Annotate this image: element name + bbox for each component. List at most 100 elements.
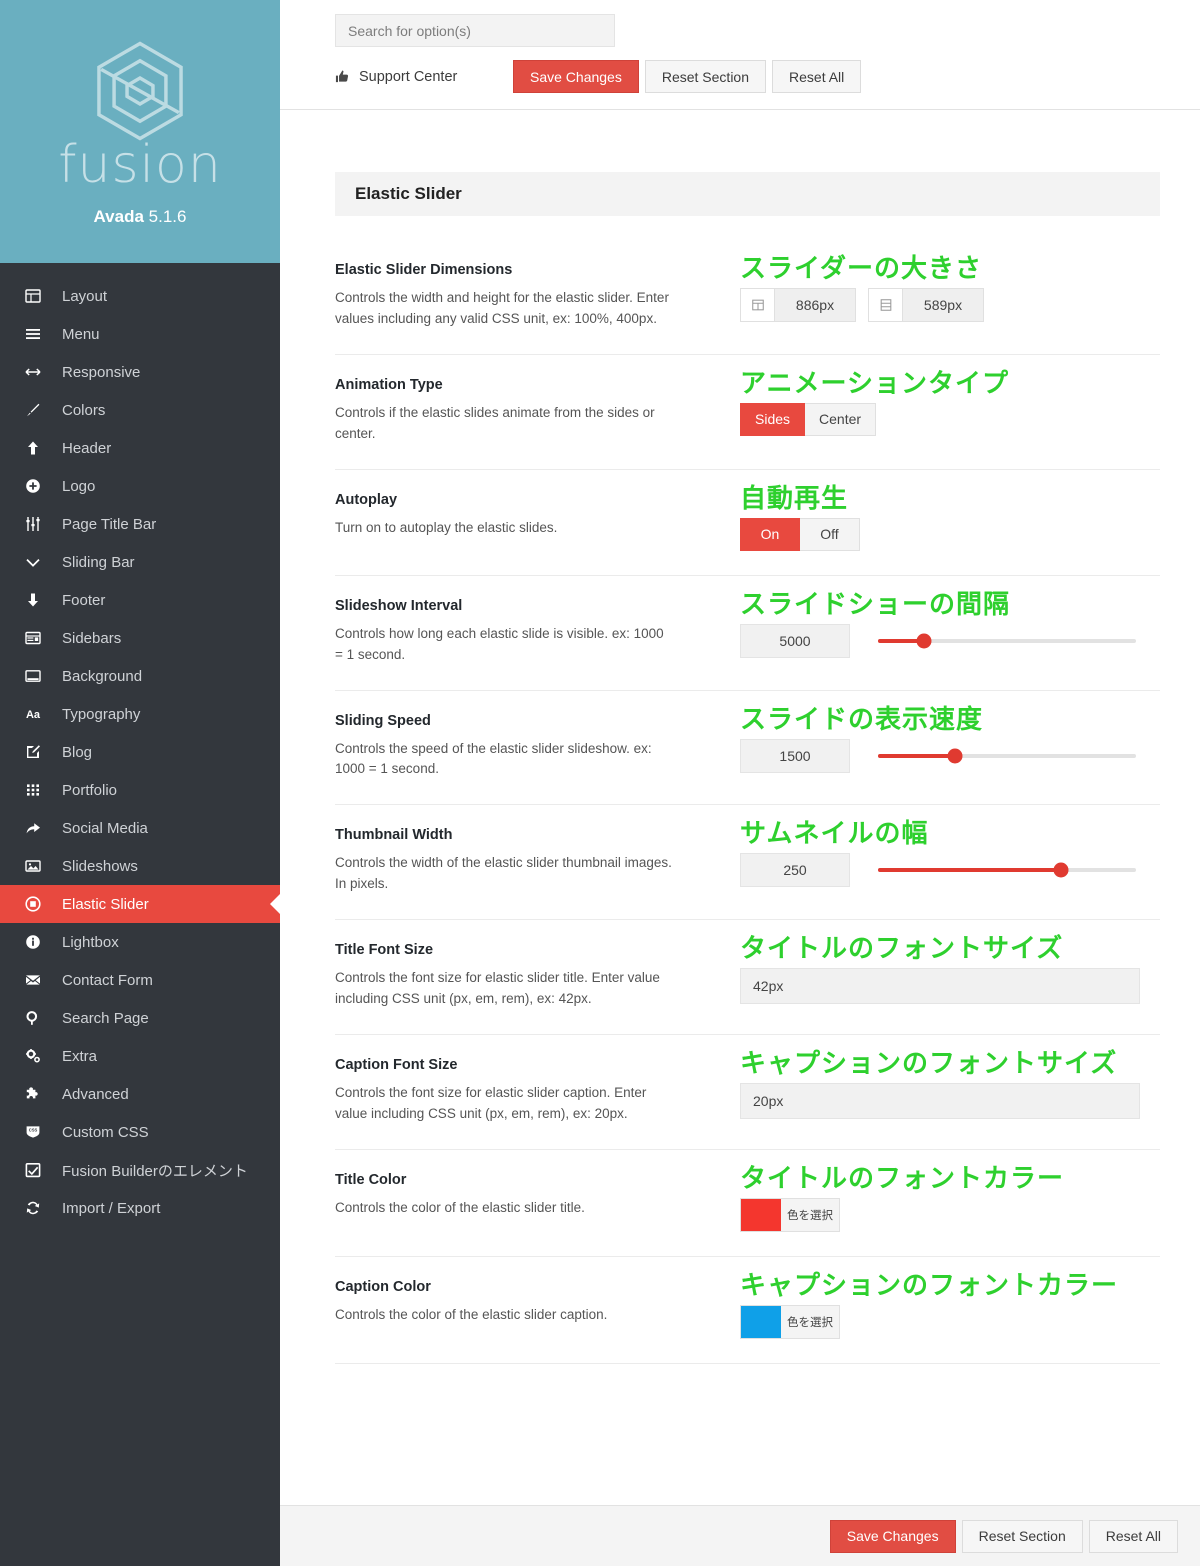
sliding-speed-slider-row: 1500 <box>740 738 1160 773</box>
option-description: Controls how long each elastic slide is … <box>335 625 664 662</box>
support-center-link[interactable]: Support Center <box>335 69 513 85</box>
autoplay-option-off[interactable]: Off <box>800 517 860 551</box>
fusion-hexagon-logo <box>97 40 183 141</box>
caption-color-select-button[interactable]: 色を選択 <box>781 1305 839 1338</box>
annotation-overlay: スライドショーの間隔 <box>740 589 1011 620</box>
search-input[interactable]: Search for option(s) <box>335 14 615 47</box>
height-value: 589px <box>903 289 983 321</box>
option-label-block: Title Color Controls the color of the el… <box>335 1172 740 1232</box>
sidebar-item-responsive[interactable]: Responsive <box>0 353 280 391</box>
title-color-select-button[interactable]: 色を選択 <box>781 1198 839 1231</box>
thumbnail-width-value-input[interactable]: 250 <box>740 853 850 888</box>
layout-icon <box>25 288 51 304</box>
animation-type-option-center[interactable]: Center <box>805 402 877 436</box>
sidebar-item-extra[interactable]: Extra <box>0 1037 280 1075</box>
slider-handle[interactable] <box>1053 862 1069 878</box>
option-title: Title Color <box>335 1171 407 1188</box>
sidebar-item-sidebars[interactable]: Sidebars <box>0 619 280 657</box>
option-title: Elastic Slider Dimensions <box>335 262 513 278</box>
title-font-size-input[interactable]: 42px <box>740 968 1140 1005</box>
option-title: Slideshow Interval <box>335 597 463 614</box>
annotation-overlay: アニメーションタイプ <box>740 368 1009 399</box>
save-changes-button-bottom[interactable]: Save Changes <box>829 1519 956 1553</box>
sidebar-item-colors[interactable]: Colors <box>0 391 280 429</box>
sidebar-item-label: Footer <box>62 591 106 609</box>
option-description: Controls the color of the elastic slider… <box>335 1306 608 1322</box>
pencil-square-icon <box>25 744 51 760</box>
sidebar-item-label: Background <box>62 667 143 685</box>
option-description: Controls the speed of the elastic slider… <box>335 740 652 777</box>
slideshow-interval-slider-track[interactable] <box>878 633 1136 649</box>
sidebar-item-layout[interactable]: Layout <box>0 277 280 315</box>
save-changes-button[interactable]: Save Changes <box>513 60 639 93</box>
reset-section-button-bottom[interactable]: Reset Section <box>961 1519 1083 1553</box>
width-field[interactable]: 886px <box>740 288 856 322</box>
sidebar-item-blog[interactable]: Blog <box>0 733 280 771</box>
sidebar-item-footer[interactable]: Footer <box>0 581 280 619</box>
caption-color-swatch[interactable] <box>741 1305 781 1338</box>
sidebar-item-contact-form[interactable]: Contact Form <box>0 961 280 999</box>
version-number: 5.1.6 <box>148 206 187 226</box>
title-color-swatch[interactable] <box>741 1198 781 1231</box>
arrow-down-icon <box>25 592 51 608</box>
options-content: Elastic Slider Elastic Slider Dimensions… <box>280 110 1200 1505</box>
sidebar-item-social-media[interactable]: Social Media <box>0 809 280 847</box>
sidebar-item-portfolio[interactable]: Portfolio <box>0 771 280 809</box>
sidebar-item-lightbox[interactable]: Lightbox <box>0 923 280 961</box>
refresh-icon <box>25 1200 51 1216</box>
title-color-color-picker[interactable]: 色を選択 <box>740 1197 840 1232</box>
sidebar-item-sliding-bar[interactable]: Sliding Bar <box>0 543 280 581</box>
sidebar-item-typography[interactable]: Aa Typography <box>0 695 280 733</box>
caption-font-size-input[interactable]: 20px <box>740 1083 1140 1120</box>
slider-handle[interactable] <box>947 748 963 764</box>
sidebar-item-header[interactable]: Header <box>0 429 280 467</box>
sidebar-item-background[interactable]: Background <box>0 657 280 695</box>
sidebar-item-label: Contact Form <box>62 971 153 989</box>
brand-header: fusion Avada 5.1.6 <box>0 0 280 263</box>
section-title: Elastic Slider <box>335 172 1160 216</box>
autoplay-option-on[interactable]: On <box>740 517 800 551</box>
sliders-icon <box>25 516 51 532</box>
reset-section-button[interactable]: Reset Section <box>644 60 767 93</box>
height-field[interactable]: 589px <box>868 288 984 322</box>
sidebar-nav: Layout Menu Responsive Colors Header Logo Page… <box>0 263 280 1227</box>
sliding-speed-slider-track[interactable] <box>878 748 1136 764</box>
sidebar-item-import-export[interactable]: Import / Export <box>0 1189 280 1227</box>
annotation-overlay: キャプションのフォントサイズ <box>740 1049 1118 1080</box>
reset-all-button-bottom[interactable]: Reset All <box>1088 1519 1178 1553</box>
slider-handle[interactable] <box>916 633 932 649</box>
option-rows: Elastic Slider Dimensions Controls the w… <box>335 254 1160 1364</box>
sidebar-item-label: Import / Export <box>62 1199 161 1217</box>
sidebar-item-label: Fusion Builderのエレメント <box>62 1162 248 1180</box>
option-title: Title Font Size <box>335 942 434 959</box>
sidebar-item-elastic-slider[interactable]: Elastic Slider <box>0 885 280 923</box>
thumbnail-width-slider-row: 250 <box>740 853 1160 888</box>
sidebar-item-page-title-bar[interactable]: Page Title Bar <box>0 505 280 543</box>
annotation-overlay: タイトルのフォントカラー <box>740 1163 1065 1194</box>
theme-options-app: fusion Avada 5.1.6 Layout Menu Responsive C… <box>0 0 1200 1566</box>
envelope-icon <box>25 972 51 988</box>
option-label-block: Animation Type Controls if the elastic s… <box>335 377 740 445</box>
option-description: Controls if the elastic slides animate f… <box>335 404 655 441</box>
width-value: 886px <box>775 289 855 321</box>
sidebar-item-advanced[interactable]: Advanced <box>0 1075 280 1113</box>
sidebar-item-slideshows[interactable]: Slideshows <box>0 847 280 885</box>
sidebar-item-menu[interactable]: Menu <box>0 315 280 353</box>
check-square-icon <box>25 1162 51 1178</box>
sidebar-item-search-page[interactable]: Search Page <box>0 999 280 1037</box>
slideshow-interval-value-input[interactable]: 5000 <box>740 623 850 658</box>
svg-text:CSS: CSS <box>29 1128 38 1133</box>
sidebar-item-fusion-builder[interactable]: Fusion Builderのエレメント <box>0 1151 280 1189</box>
animation-type-option-sides[interactable]: Sides <box>740 402 806 436</box>
sidebar-item-custom-css[interactable]: CSS Custom CSS <box>0 1113 280 1151</box>
option-label-block: Elastic Slider Dimensions Controls the w… <box>335 262 740 330</box>
reset-all-button[interactable]: Reset All <box>772 60 862 93</box>
sliding-speed-value-input[interactable]: 1500 <box>740 738 850 773</box>
sidebar-item-logo[interactable]: Logo <box>0 467 280 505</box>
support-center-label: Support Center <box>359 68 458 85</box>
caption-color-color-picker[interactable]: 色を選択 <box>740 1304 840 1339</box>
plus-circle-icon <box>25 478 51 494</box>
thumbnail-width-slider-track[interactable] <box>878 862 1136 878</box>
height-icon <box>869 289 903 321</box>
option-row-caption-font-size: Caption Font Size Controls the font size… <box>335 1035 1160 1150</box>
